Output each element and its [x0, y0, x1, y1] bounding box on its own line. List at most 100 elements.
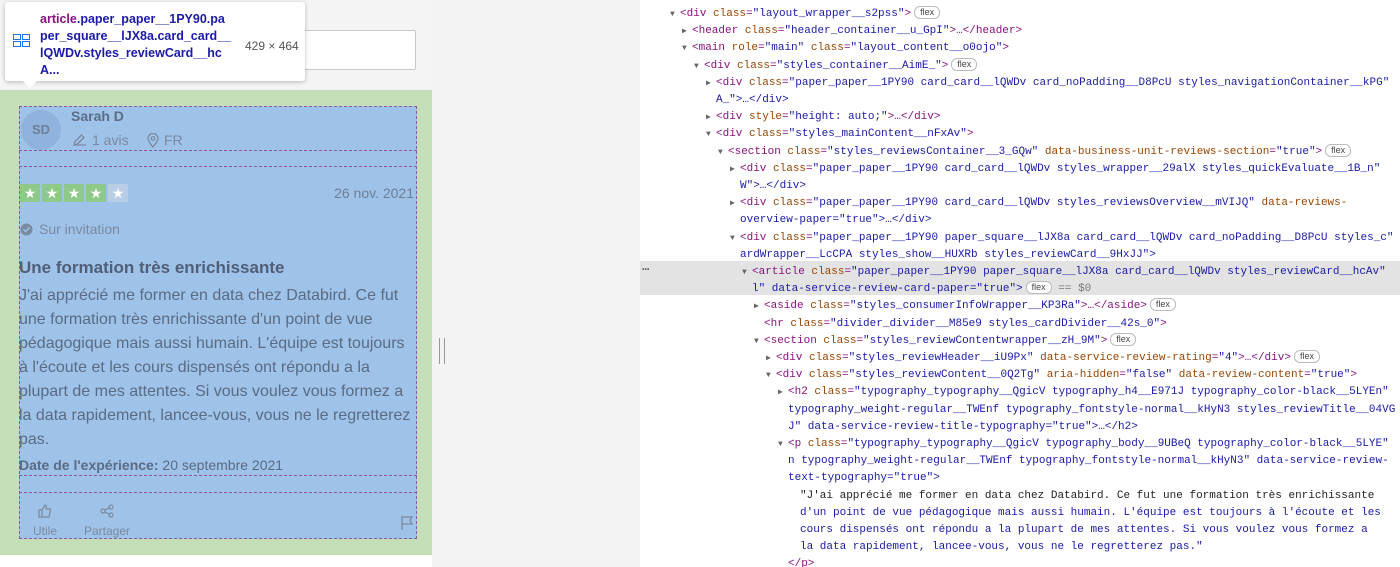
elements-panel: ⋯ ▼ <div class="layout_wrapper__s2pss"> fl…	[640, 0, 1400, 567]
collapse-triangle-icon[interactable]: ▼	[718, 144, 728, 161]
collapse-triangle-icon[interactable]: ▼	[706, 126, 716, 143]
verified-check-icon	[20, 223, 33, 235]
layout-badge[interactable]: flex	[1025, 281, 1052, 295]
dom-node-text: la data rapidement, lancee-vous, vous ne…	[800, 541, 1203, 554]
dom-node-text: d'un point de vue pédagogique mais aussi…	[800, 506, 1381, 519]
experience-date: Date de l'expérience: 20 septembre 2021	[19, 457, 283, 473]
dom-node-line[interactable]: ▶ <div class="paper_paper__1PY90 card_car…	[730, 195, 1347, 212]
reviewer-name[interactable]: Sarah D	[71, 108, 124, 124]
dom-node-line[interactable]: ardWrapper__LcCPA styles_show__HUXRb sty…	[740, 247, 1156, 264]
resize-handle[interactable]	[439, 338, 445, 364]
review-text: J'ai apprécié me former en data chez Dat…	[19, 287, 411, 448]
star-icon: ★	[86, 184, 106, 202]
collapse-triangle-icon[interactable]: ▼	[754, 333, 764, 350]
more-options-icon[interactable]: ⋯	[642, 262, 649, 277]
dom-node-text: overview-paper="true">…</div>	[740, 214, 932, 227]
collapse-triangle-icon[interactable]: ▼	[766, 367, 776, 384]
dom-node-text: A_">…</div>	[716, 94, 789, 106]
expand-triangle-icon[interactable]: ▶	[730, 161, 740, 178]
dom-node-line[interactable]: J" data-service-review-title-typography=…	[788, 419, 1138, 436]
page-background	[0, 555, 432, 567]
collapse-triangle-icon[interactable]: ▼	[694, 58, 704, 75]
collapse-triangle-icon[interactable]: ▼	[730, 230, 740, 247]
dom-node-text: W">…</div>	[740, 180, 807, 192]
expand-triangle-icon[interactable]: ▶	[766, 350, 776, 367]
dom-node-line[interactable]: ▼ <section class="styles_reviewsContainer…	[718, 143, 1352, 161]
thumbs-up-icon	[38, 504, 52, 518]
dom-node-line[interactable]: ▼ <section class="styles_reviewContentwra…	[754, 332, 1137, 350]
review-date: 26 nov. 2021	[334, 185, 414, 201]
dom-node-text: text-typography="true">	[788, 472, 940, 485]
search-input[interactable]	[300, 30, 416, 70]
dom-node-line[interactable]: "J'ai apprécié me former en data chez Da…	[800, 488, 1374, 505]
dom-node-line[interactable]: ▼ <div class="styles_mainContent__nFxAv">	[706, 126, 973, 143]
dom-node-line[interactable]: n typography_weight-regular__TWEnf typog…	[788, 453, 1389, 470]
collapse-triangle-icon[interactable]: ▼	[778, 436, 788, 453]
collapse-triangle-icon[interactable]: ▼	[682, 40, 692, 57]
page-viewport: SD Sarah D 1 avis FR ★ ★ ★ ★ ★ 26 nov. 2021 …	[0, 0, 432, 567]
inspector-tooltip: article.paper_paper__1PY90.paper_square_…	[5, 2, 305, 88]
location-pin-icon	[147, 132, 159, 148]
expand-triangle-icon[interactable]: ▶	[778, 384, 788, 401]
dom-node-line[interactable]: ▼ <div class="paper_paper__1PY90 paper_sq…	[730, 230, 1394, 247]
avatar[interactable]: SD	[21, 110, 61, 150]
element-grid-icon	[13, 34, 30, 47]
flag-icon[interactable]	[400, 515, 414, 531]
dom-node-line[interactable]: W">…</div>	[740, 178, 806, 195]
dom-node-line[interactable]: ▼ <article class="paper_paper__1PY90 pape…	[742, 264, 1386, 281]
padding-guide	[19, 492, 417, 493]
dom-node-line[interactable]: ▶ <div style="height: auto;">…</div>	[706, 109, 940, 126]
experience-value: 20 septembre 2021	[162, 457, 284, 473]
dom-node-line[interactable]: ▼ <div class="layout_wrapper__s2pss"> flex	[670, 6, 941, 23]
dom-node-line[interactable]: ▶ <div class="paper_paper__1PY90 card_car…	[706, 75, 1389, 92]
star-icon: ★	[42, 184, 62, 202]
experience-label: Date de l'expérience:	[19, 457, 159, 473]
dom-node-text: ardWrapper__LcCPA styles_show__HUXRb sty…	[740, 248, 1156, 261]
dom-node-line[interactable]: cours dispensés ont répondu a la plupart…	[800, 522, 1368, 539]
layout-badge[interactable]: flex	[1293, 350, 1320, 363]
pencil-icon	[73, 134, 86, 146]
dom-node-line[interactable]: ▶ <h2 class="typography_typography__QgicV…	[778, 384, 1389, 401]
tooltip-dimensions: 429 × 464	[245, 39, 299, 53]
layout-badge[interactable]: flex	[951, 57, 978, 71]
dom-node-line[interactable]: ▼ <div class="styles_reviewContent__0Q2Tg…	[766, 367, 1357, 384]
expand-triangle-icon[interactable]: ▶	[706, 109, 716, 126]
expand-triangle-icon[interactable]: ▶	[706, 75, 716, 92]
dom-node-line[interactable]: d'un point de vue pédagogique mais aussi…	[800, 505, 1381, 522]
dom-node-line[interactable]: overview-paper="true">…</div>	[740, 212, 931, 229]
useful-label: Utile	[32, 524, 57, 538]
dom-node-line[interactable]: typography_weight-regular__TWEnf typogra…	[788, 402, 1395, 419]
star-icon: ★	[20, 184, 40, 202]
dom-node-line[interactable]: l" data-service-review-card-paper="true"…	[752, 281, 1091, 298]
dom-node-line[interactable]: <hr class="divider_divider__M85e9 styles…	[764, 316, 1167, 333]
share-button[interactable]: Partager	[82, 504, 132, 538]
dom-node-line[interactable]: ▼ <main role="main" class="layout_content…	[682, 40, 1009, 57]
share-label: Partager	[83, 524, 131, 538]
review-title[interactable]: Une formation très enrichissante	[19, 258, 284, 278]
padding-guide	[19, 475, 417, 476]
collapse-triangle-icon[interactable]: ▼	[670, 6, 680, 23]
dom-node-line[interactable]: ▼ <div class="styles_container__AimE_"> fl…	[694, 57, 978, 75]
dom-node-line[interactable]: ▶ <header class="header_container__u_GpI"…	[682, 23, 1022, 40]
layout-badge[interactable]: flex	[1149, 298, 1176, 312]
expand-triangle-icon[interactable]: ▶	[682, 23, 692, 40]
expand-triangle-icon[interactable]: ▶	[754, 298, 764, 315]
collapse-triangle-icon[interactable]: ▼	[742, 264, 752, 281]
useful-button[interactable]: Utile	[30, 504, 60, 538]
dom-node-line[interactable]: A_">…</div>	[716, 92, 789, 109]
review-count: 1 avis	[72, 132, 129, 148]
dom-node-line[interactable]: ▶ <aside class="styles_consumerInfoWrappe…	[754, 298, 1176, 315]
dom-node-line[interactable]: ▶ <div class="paper_paper__1PY90 card_car…	[730, 161, 1380, 178]
dom-node-line[interactable]: text-typography="true">	[788, 470, 940, 487]
dom-node-line[interactable]: la data rapidement, lancee-vous, vous ne…	[800, 539, 1203, 556]
layout-badge[interactable]: flex	[1110, 332, 1137, 346]
layout-badge[interactable]: flex	[1325, 143, 1352, 157]
dom-node-line[interactable]: ▼ <p class="typography_typography__QgicV …	[778, 436, 1389, 453]
padding-guide	[19, 150, 417, 151]
dom-node-text: l" data-service-review-card-paper="true"…	[752, 283, 1023, 296]
dom-node-text: J" data-service-review-title-typography=…	[788, 420, 1138, 433]
dom-node-line[interactable]: ▶ <div class="styles_reviewHeader__iU9Px"…	[766, 350, 1320, 367]
expand-triangle-icon[interactable]: ▶	[730, 195, 740, 212]
dom-node-line[interactable]: </p>	[788, 556, 814, 567]
layout-badge[interactable]: flex	[914, 6, 941, 19]
